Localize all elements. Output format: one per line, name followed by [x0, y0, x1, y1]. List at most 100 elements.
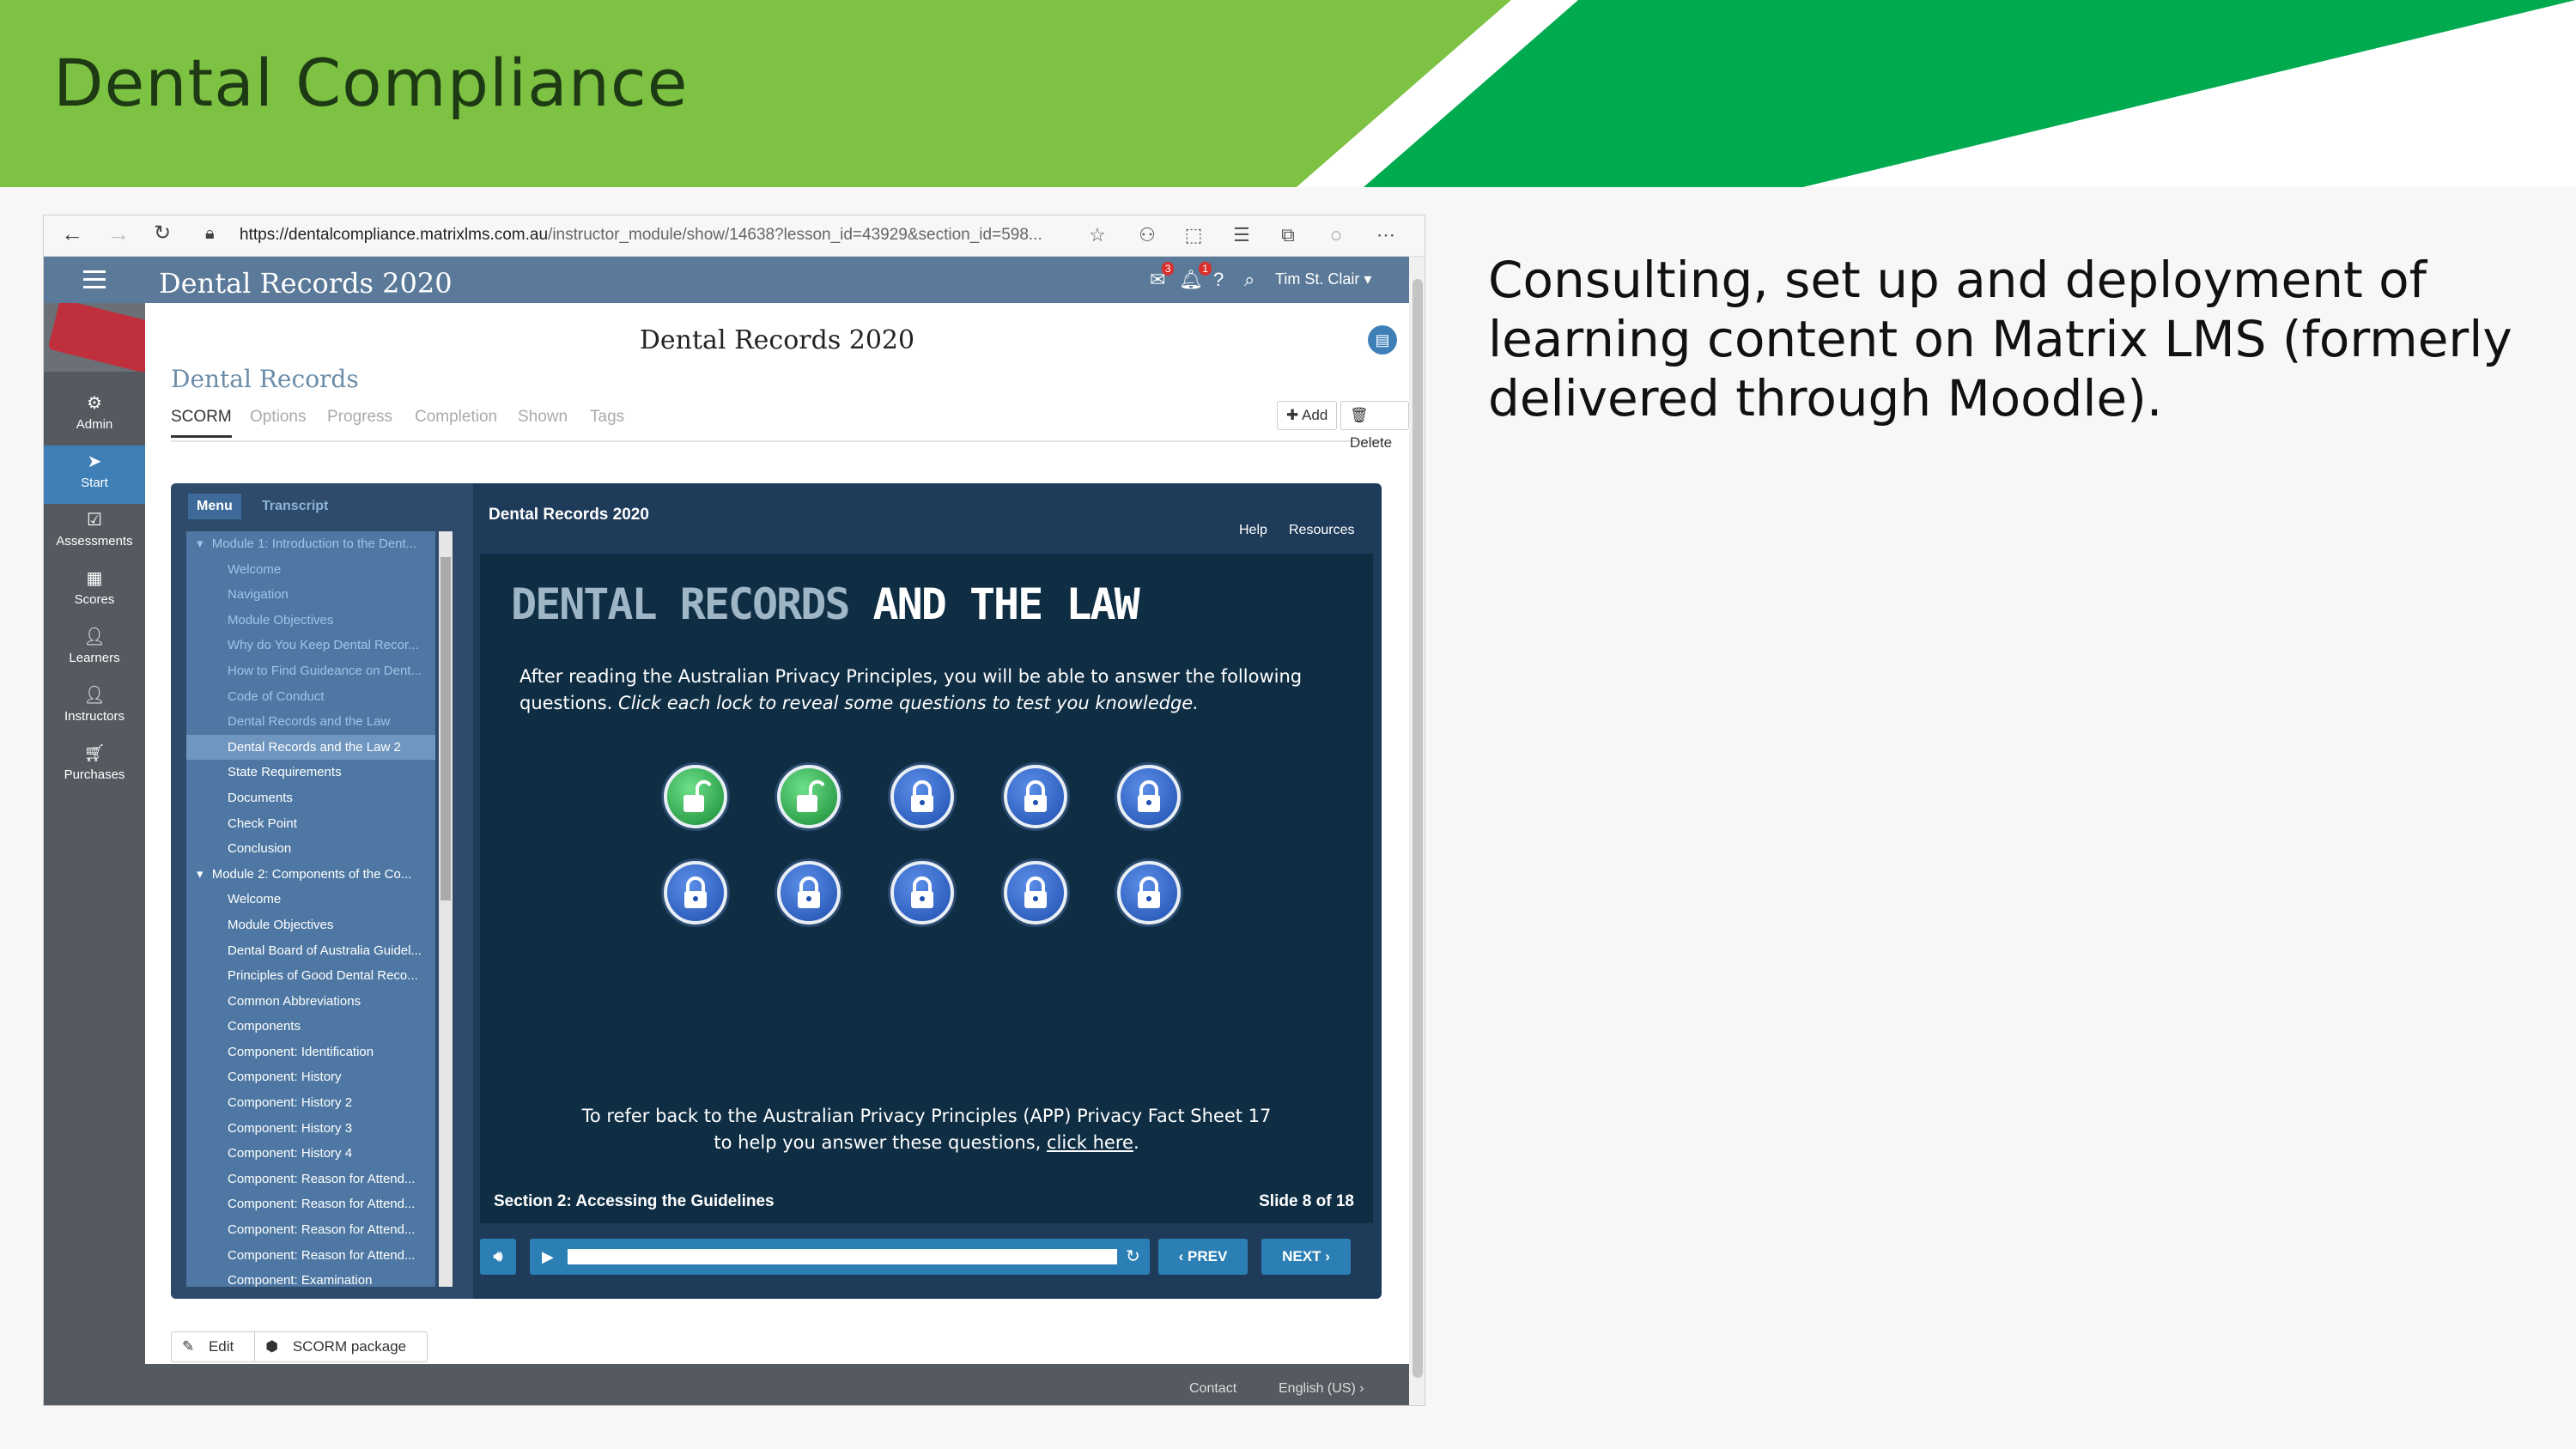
- tab-completion[interactable]: Completion: [415, 408, 497, 427]
- sidebar-item-admin[interactable]: ⚙ Admin: [44, 387, 145, 446]
- menu-slide-item[interactable]: Code of Conduct: [186, 684, 435, 710]
- sidebar-item-learners[interactable]: 👤︎ Learners: [44, 621, 145, 679]
- menu-slide-item[interactable]: Component: Reason for Attend...: [186, 1243, 435, 1269]
- browser-toolbar: ← → ↻ 🔒︎ https://dentalcompliance.matrix…: [44, 215, 1425, 257]
- menu-slide-item[interactable]: Principles of Good Dental Reco...: [186, 963, 435, 989]
- menu-module-item[interactable]: Module 1: Introduction to the Dent...: [186, 531, 435, 557]
- refresh-icon[interactable]: ↻: [154, 221, 171, 246]
- info-icon[interactable]: ▤: [1368, 325, 1397, 355]
- profile-icon[interactable]: ◌: [1323, 222, 1349, 248]
- scorm-package-button[interactable]: ⬢ SCORM package: [254, 1332, 427, 1361]
- lock-icon[interactable]: [1004, 765, 1067, 828]
- language-select[interactable]: English (US) ›: [1279, 1381, 1364, 1397]
- add-button[interactable]: ✚ Add: [1277, 401, 1338, 430]
- contact-link[interactable]: Contact: [1189, 1381, 1236, 1397]
- app-header: Dental Records 2020 ✉ 3 🔔︎ 1 ? ⌕ Tim St. C…: [44, 257, 1409, 303]
- lock-icon[interactable]: [1004, 861, 1067, 925]
- tab-scorm[interactable]: SCORM: [171, 408, 232, 438]
- menu-slide-item[interactable]: Component: Reason for Attend...: [186, 1217, 435, 1243]
- menu-module-item[interactable]: Module 2: Components of the Co...: [186, 862, 435, 888]
- replay-icon[interactable]: ↻: [1126, 1239, 1140, 1275]
- delete-button[interactable]: 🗑︎ Delete: [1340, 401, 1409, 451]
- player-menu-list: Module 1: Introduction to the Dent...Wel…: [186, 531, 435, 1287]
- star-icon[interactable]: ☆: [1084, 222, 1110, 248]
- hamburger-icon[interactable]: [83, 270, 106, 294]
- prev-button[interactable]: ‹ PREV: [1158, 1239, 1248, 1275]
- sidebar-item-scores[interactable]: ▦ Scores: [44, 562, 145, 621]
- mail-icon[interactable]: ✉ 3: [1150, 262, 1175, 291]
- lock-icon[interactable]: [664, 861, 727, 925]
- menu-slide-item[interactable]: Component: Examination: [186, 1268, 435, 1287]
- player-menu-panel: Menu Transcript Module 1: Introduction t…: [171, 483, 473, 1299]
- forward-icon[interactable]: →: [107, 221, 130, 247]
- user-menu[interactable]: Tim St. Clair ▾: [1275, 270, 1371, 288]
- menu-slide-item[interactable]: Common Abbreviations: [186, 989, 435, 1015]
- menu-slide-item[interactable]: Component: History 2: [186, 1090, 435, 1116]
- sidebar-item-instructors[interactable]: 👤︎ Instructors: [44, 679, 145, 737]
- lock-icon[interactable]: [1117, 861, 1181, 925]
- collections-icon[interactable]: ⧉: [1275, 222, 1301, 248]
- slide-counter: Slide 8 of 18: [1259, 1192, 1354, 1210]
- sidebar-item-purchases[interactable]: 🛒︎ Purchases: [44, 737, 145, 796]
- tab-transcript[interactable]: Transcript: [253, 494, 337, 519]
- lock-icon[interactable]: [890, 861, 954, 925]
- menu-slide-item[interactable]: Conclusion: [186, 836, 435, 862]
- menu-slide-item[interactable]: Component: History 4: [186, 1141, 435, 1167]
- menu-slide-item[interactable]: Check Point: [186, 811, 435, 837]
- lock-icon[interactable]: [1117, 765, 1181, 828]
- menu-slide-item[interactable]: Component: Reason for Attend...: [186, 1191, 435, 1217]
- screenshot-icon[interactable]: ⬚: [1181, 222, 1206, 248]
- unlocked-lock-icon[interactable]: [777, 765, 841, 828]
- menu-slide-item[interactable]: Navigation: [186, 582, 435, 608]
- help-icon[interactable]: ?: [1213, 269, 1224, 291]
- menu-slide-item[interactable]: Module Objectives: [186, 912, 435, 938]
- progress-bar[interactable]: [568, 1249, 1117, 1264]
- sidebar-item-assessments[interactable]: ☑ Assessments: [44, 504, 145, 562]
- extension-icon[interactable]: ⚇: [1134, 222, 1160, 248]
- menu-slide-item[interactable]: Welcome: [186, 887, 435, 912]
- menu-slide-item[interactable]: Module Objectives: [186, 608, 435, 634]
- seek-bar[interactable]: ▶ ↻: [530, 1239, 1150, 1275]
- slide-heading: DENTAL RECORDS AND THE LAW: [511, 579, 1140, 629]
- bell-icon[interactable]: 🔔︎ 1: [1179, 262, 1212, 291]
- menu-slide-item[interactable]: Component: History: [186, 1064, 435, 1090]
- back-icon[interactable]: ←: [61, 221, 83, 247]
- menu-slide-item[interactable]: Dental Records and the Law: [186, 709, 435, 735]
- menu-slide-item[interactable]: Component: Reason for Attend...: [186, 1167, 435, 1192]
- click-here-link[interactable]: click here: [1047, 1132, 1133, 1153]
- section-title: Dental Records: [171, 365, 359, 393]
- tab-shown[interactable]: Shown: [518, 408, 568, 427]
- tab-options[interactable]: Options: [250, 408, 306, 427]
- menu-slide-item[interactable]: State Requirements: [186, 760, 435, 785]
- resources-link[interactable]: Resources: [1289, 523, 1354, 538]
- tab-tags[interactable]: Tags: [590, 408, 624, 427]
- menu-slide-item[interactable]: Dental Records and the Law 2: [186, 734, 435, 761]
- menu-slide-item[interactable]: Documents: [186, 785, 435, 811]
- unlocked-lock-icon[interactable]: [664, 765, 727, 828]
- sidebar-item-label: Scores: [74, 592, 115, 607]
- more-icon[interactable]: ⋯: [1373, 222, 1399, 248]
- tab-menu[interactable]: Menu: [188, 494, 241, 519]
- help-link[interactable]: Help: [1239, 523, 1267, 538]
- next-button[interactable]: NEXT ›: [1261, 1239, 1351, 1275]
- menu-slide-item[interactable]: Components: [186, 1014, 435, 1040]
- edit-button[interactable]: ✎ Edit: [172, 1332, 254, 1361]
- play-icon[interactable]: ▶: [542, 1239, 554, 1275]
- app-footer: Contact English (US) ›: [44, 1364, 1409, 1405]
- menu-slide-item[interactable]: Component: Identification: [186, 1040, 435, 1065]
- tab-progress[interactable]: Progress: [327, 408, 392, 427]
- menu-slide-item[interactable]: Dental Board of Australia Guidel...: [186, 938, 435, 964]
- volume-icon[interactable]: 🔊︎: [480, 1239, 516, 1275]
- lock-icon[interactable]: [890, 765, 954, 828]
- menu-slide-item[interactable]: How to Find Guideance on Dent...: [186, 658, 435, 684]
- menu-slide-item[interactable]: Why do You Keep Dental Recor...: [186, 633, 435, 658]
- page-scrollbar[interactable]: [1409, 257, 1425, 1405]
- menu-slide-item[interactable]: Welcome: [186, 557, 435, 583]
- favorites-icon[interactable]: ☰: [1229, 222, 1255, 248]
- address-bar[interactable]: https://dentalcompliance.matrixlms.com.a…: [240, 226, 1042, 245]
- search-icon[interactable]: ⌕: [1244, 269, 1255, 291]
- menu-scrollbar[interactable]: [439, 531, 453, 1287]
- menu-slide-item[interactable]: Component: History 3: [186, 1116, 435, 1142]
- lock-icon[interactable]: [777, 861, 841, 925]
- sidebar-item-start[interactable]: ➤ Start: [44, 446, 145, 504]
